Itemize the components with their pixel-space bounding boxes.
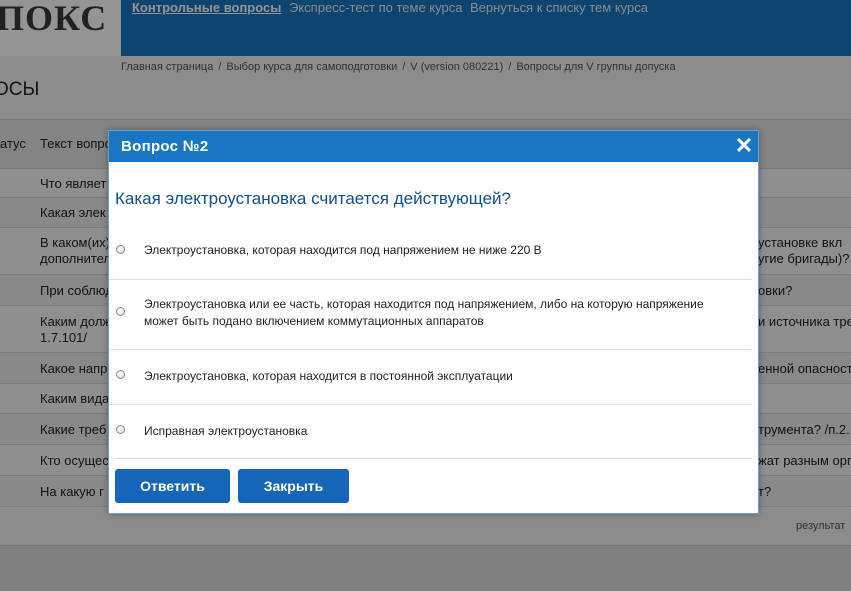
answer-option-2[interactable]: Электроустановка или ее часть, которая н…	[109, 280, 752, 350]
answer-radio-3[interactable]	[116, 370, 125, 379]
dialog-header: Вопрос №2 ✕	[109, 131, 758, 162]
dialog-divider	[115, 458, 752, 459]
close-icon[interactable]: ✕	[733, 135, 755, 157]
page: ПОКС Контрольные вопросы Экспресс-тест п…	[0, 0, 851, 591]
answer-radio-2[interactable]	[116, 307, 125, 316]
question-dialog: Вопрос №2 ✕ Какая электроустановка счита…	[108, 130, 759, 514]
answer-option-1[interactable]: Электроустановка, которая находится под …	[109, 223, 752, 280]
answer-button[interactable]: Ответить	[115, 469, 230, 503]
answer-label-2[interactable]: Электроустановка или ее часть, которая н…	[144, 296, 704, 330]
answer-label-1[interactable]: Электроустановка, которая находится под …	[144, 242, 704, 259]
dialog-title: Вопрос №2	[121, 138, 209, 155]
question-text: Какая электроустановка считается действу…	[115, 189, 511, 208]
answer-option-3[interactable]: Электроустановка, которая находится в по…	[109, 350, 752, 405]
answer-label-4[interactable]: Исправная электроустановка	[144, 423, 704, 440]
close-button[interactable]: Закрыть	[238, 469, 349, 503]
answer-label-3[interactable]: Электроустановка, которая находится в по…	[144, 368, 704, 385]
answer-radio-4[interactable]	[116, 425, 125, 434]
answer-radio-1[interactable]	[116, 245, 125, 254]
answer-option-4[interactable]: Исправная электроустановка	[109, 405, 752, 458]
